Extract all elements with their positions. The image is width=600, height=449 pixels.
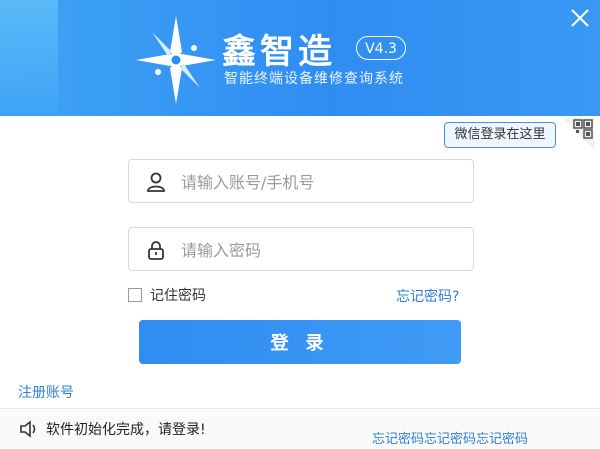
remember-checkbox[interactable] xyxy=(128,288,142,302)
lock-icon xyxy=(148,241,164,260)
login-button[interactable]: 登 录 xyxy=(139,320,461,364)
tagline: 智能终端设备维修查询系统 xyxy=(224,71,404,87)
speaker-icon xyxy=(20,420,36,438)
header-accent xyxy=(0,0,58,116)
account-input[interactable] xyxy=(179,160,463,204)
account-field[interactable] xyxy=(128,159,474,204)
logo-icon xyxy=(136,16,216,104)
register-link[interactable]: 注册账号 xyxy=(18,382,74,402)
remember-password[interactable]: 记住密码 xyxy=(128,286,206,304)
qr-code-icon[interactable] xyxy=(562,118,594,150)
user-icon xyxy=(147,172,165,192)
wechat-login-tip[interactable]: 微信登录在这里 xyxy=(444,122,556,148)
close-icon[interactable] xyxy=(568,6,592,30)
header-banner: 鑫智造 V4.3 智能终端设备维修查询系统 xyxy=(0,0,600,116)
status-forgot-links[interactable]: 忘记密码忘记密码忘记密码 xyxy=(372,428,600,447)
password-input[interactable] xyxy=(179,228,463,272)
forgot-password-link[interactable]: 忘记密码? xyxy=(396,286,459,306)
status-message: 软件初始化完成，请登录! xyxy=(46,422,206,438)
version-badge: V4.3 xyxy=(356,36,406,60)
password-field[interactable] xyxy=(128,227,474,272)
brand-name: 鑫智造 xyxy=(222,32,336,72)
remember-label: 记住密码 xyxy=(150,288,206,304)
